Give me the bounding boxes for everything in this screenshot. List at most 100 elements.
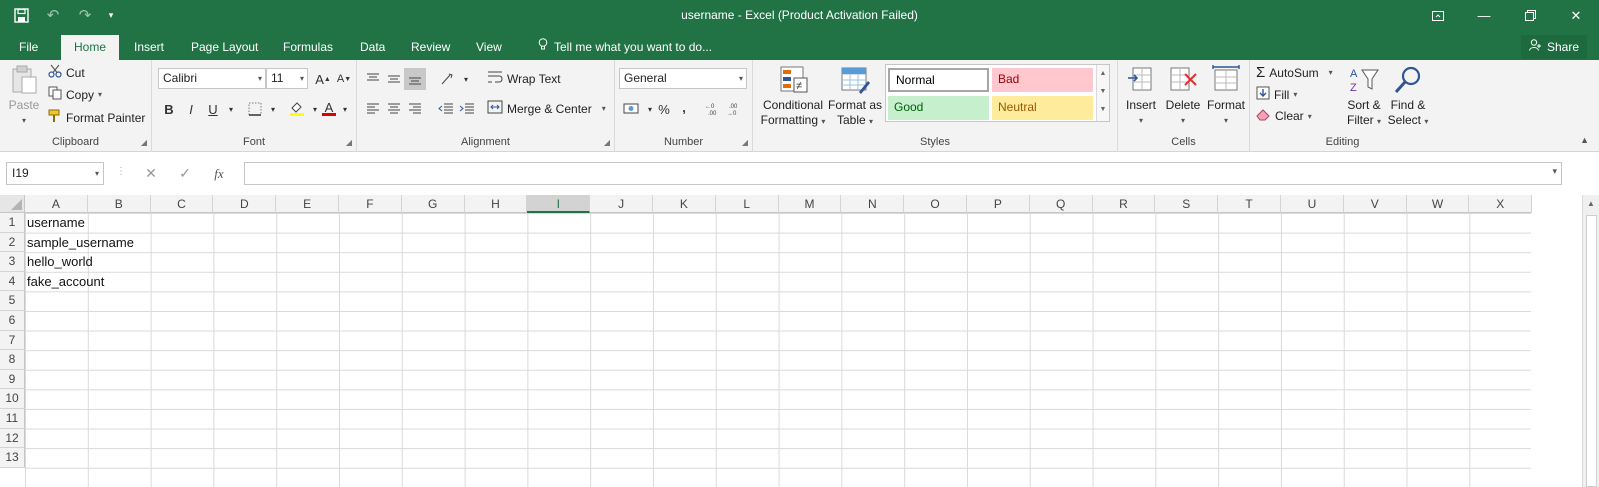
tell-me-box[interactable]: Tell me what you want to do... [538,35,712,60]
dialog-launcher-icon[interactable]: ◢ [604,138,610,147]
percent-style-button[interactable]: % [653,98,675,120]
align-middle-icon[interactable] [383,68,405,90]
enter-icon[interactable]: ✓ [168,165,202,182]
row-header-11[interactable]: 11 [0,409,25,429]
autosum-button[interactable]: Σ AutoSum ▾ [1256,64,1333,81]
column-header-s[interactable]: S [1155,195,1219,213]
increase-decimal-icon[interactable]: ←0.00 [703,98,725,120]
font-family-dropdown[interactable]: Calibri ▾ [158,68,266,89]
increase-font-size-button[interactable]: A ▲ [312,68,334,90]
scroll-thumb[interactable] [1586,215,1597,487]
column-header-a[interactable]: A [25,195,88,213]
tab-file[interactable]: File [6,35,51,60]
dialog-launcher-icon[interactable]: ◢ [346,138,352,147]
column-header-k[interactable]: K [653,195,716,213]
comma-style-button[interactable]: , [673,96,695,118]
insert-cells-button[interactable]: Insert ▾ [1120,64,1162,128]
number-format-dropdown[interactable]: General ▾ [619,68,747,89]
column-header-f[interactable]: F [339,195,402,213]
cancel-icon[interactable]: ✕ [134,165,168,182]
tab-review[interactable]: Review [398,35,463,60]
style-normal[interactable]: Normal [888,68,989,92]
font-size-dropdown[interactable]: 11 ▾ [266,68,308,89]
column-header-v[interactable]: V [1343,195,1407,213]
decrease-indent-icon[interactable] [435,98,457,120]
row-header-5[interactable]: 5 [0,291,25,311]
find-select-button[interactable]: Find & Select ▾ [1386,64,1430,129]
tab-home[interactable]: Home [61,35,120,60]
collapse-ribbon-icon[interactable]: ▲ [1580,135,1589,145]
row-header-4[interactable]: 4 [0,271,25,292]
formula-input[interactable]: ▾ [244,162,1562,185]
gallery-more-icon[interactable]: ▼ [1097,101,1109,119]
column-header-b[interactable]: B [87,195,151,213]
expand-formula-bar-icon[interactable]: ▾ [1552,166,1557,177]
row-header-1[interactable]: 1 [0,213,25,233]
tab-page-layout[interactable]: Page Layout [178,35,271,60]
tab-data[interactable]: Data [347,35,398,60]
column-header-m[interactable]: M [778,195,842,213]
name-box[interactable]: I19 ▾ [6,162,104,185]
column-header-r[interactable]: R [1092,195,1156,213]
cell-a4[interactable]: fake_account [27,272,104,292]
style-good[interactable]: Good [888,96,989,120]
align-left-icon[interactable] [362,98,384,120]
redo-icon[interactable]: ↷ [72,4,98,26]
row-header-6[interactable]: 6 [0,311,25,331]
row-header-8[interactable]: 8 [0,350,25,370]
conditional-formatting-button[interactable]: ≠ Conditional Formatting ▾ [759,64,827,129]
format-cells-button[interactable]: Format ▾ [1204,64,1248,128]
chevron-down-icon[interactable]: ▾ [334,98,356,120]
format-painter-button[interactable]: Format Painter [48,109,145,126]
tab-view[interactable]: View [463,35,515,60]
align-center-icon[interactable] [383,98,405,120]
gallery-down-icon[interactable]: ▼ [1097,83,1109,101]
style-neutral[interactable]: Neutral [992,96,1093,120]
merge-center-button[interactable]: Merge & Center ▾ [487,100,606,117]
dialog-launcher-icon[interactable]: ◢ [742,138,748,147]
cell-a3[interactable]: hello_world [27,252,93,272]
row-header-13[interactable]: 13 [0,448,25,468]
minimize-icon[interactable]: — [1461,0,1507,31]
decrease-decimal-icon[interactable]: .00 →0 [725,98,747,120]
save-icon[interactable] [8,4,34,26]
column-header-q[interactable]: Q [1029,195,1093,213]
share-button[interactable]: Share [1520,35,1587,59]
copy-button[interactable]: Copy ▾ [48,86,102,103]
chevron-down-icon[interactable]: ▾ [455,68,477,90]
row-header-10[interactable]: 10 [0,389,25,409]
row-header-7[interactable]: 7 [0,330,25,351]
format-as-table-button[interactable]: Format as Table ▾ [827,64,883,129]
delete-cells-button[interactable]: Delete ▾ [1162,64,1204,128]
align-top-icon[interactable] [362,68,384,90]
column-header-c[interactable]: C [150,195,214,213]
column-header-d[interactable]: D [213,195,277,213]
column-header-e[interactable]: E [276,195,339,213]
column-header-u[interactable]: U [1281,195,1344,213]
select-all-corner[interactable] [0,195,25,213]
cut-button[interactable]: Cut [48,64,85,81]
increase-indent-icon[interactable] [456,98,478,120]
cell-a1[interactable]: username [27,213,85,233]
close-icon[interactable]: ✕ [1553,0,1599,31]
dialog-launcher-icon[interactable]: ◢ [141,138,147,147]
row-header-2[interactable]: 2 [0,232,25,253]
chevron-down-icon[interactable]: ▾ [262,98,284,120]
undo-icon[interactable]: ↶ [40,4,66,26]
column-header-o[interactable]: O [904,195,967,213]
wrap-text-button[interactable]: Wrap Text [487,70,561,87]
bold-button[interactable]: B [158,98,180,120]
tab-formulas[interactable]: Formulas [270,35,346,60]
fill-button[interactable]: Fill ▾ [1256,86,1297,103]
customize-qat-icon[interactable]: ▾ [104,4,118,26]
tab-insert[interactable]: Insert [121,35,177,60]
style-bad[interactable]: Bad [992,68,1093,92]
column-header-x[interactable]: X [1469,195,1533,213]
insert-function-button[interactable]: fx [202,166,236,182]
column-header-p[interactable]: P [967,195,1030,213]
decrease-font-size-button[interactable]: A ▼ [333,68,355,90]
column-header-w[interactable]: W [1406,195,1470,213]
cell-a2[interactable]: sample_username [27,233,134,253]
align-bottom-icon[interactable] [404,68,426,90]
restore-icon[interactable] [1507,0,1553,31]
